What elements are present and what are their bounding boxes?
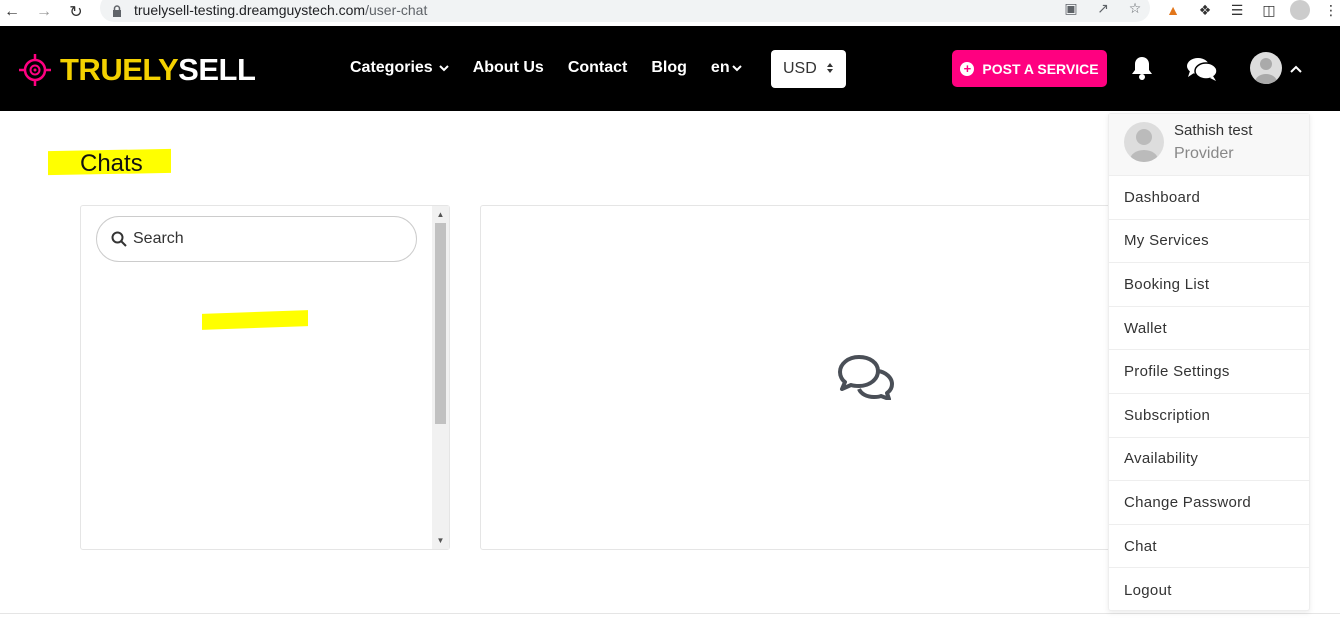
site-logo[interactable]: TRUELYSELL xyxy=(18,52,256,88)
dropdown-user-name: Sathish test xyxy=(1174,122,1253,139)
nav-categories[interactable]: Categories xyxy=(350,59,449,77)
menu-item-profile-settings[interactable]: Profile Settings xyxy=(1109,350,1309,394)
profile-icon[interactable] xyxy=(1290,0,1310,20)
sidepanel-icon[interactable]: ◫ xyxy=(1258,0,1280,20)
target-icon xyxy=(19,54,51,86)
list-highlight xyxy=(202,310,308,330)
nav-contact[interactable]: Contact xyxy=(568,59,628,77)
scroll-up-icon[interactable]: ▲ xyxy=(432,206,449,223)
currency-select[interactable]: USD xyxy=(771,50,846,88)
browser-toolbar: ← → ↻ truelysell-testing.dreamguystech.c… xyxy=(0,0,1340,26)
nav-blog[interactable]: Blog xyxy=(651,59,687,77)
menu-item-wallet[interactable]: Wallet xyxy=(1109,307,1309,351)
menu-item-dashboard[interactable]: Dashboard xyxy=(1109,176,1309,220)
search-input[interactable] xyxy=(133,230,383,248)
scrollbar[interactable]: ▲ ▼ xyxy=(432,206,449,549)
sort-arrows-icon xyxy=(827,63,833,73)
user-icon xyxy=(1255,58,1277,84)
chevron-up-icon[interactable] xyxy=(1290,64,1302,74)
share-icon[interactable]: ↗ xyxy=(1094,0,1112,16)
user-dropdown-menu: Sathish test Provider Dashboard My Servi… xyxy=(1108,113,1310,611)
chat-list-panel: ▲ ▼ xyxy=(80,205,450,550)
plus-circle-icon: + xyxy=(960,61,975,76)
user-avatar[interactable] xyxy=(1250,52,1282,84)
menu-item-booking-list[interactable]: Booking List xyxy=(1109,263,1309,307)
chevron-down-icon xyxy=(731,65,742,72)
reload-icon[interactable]: ↻ xyxy=(64,0,88,24)
comments-icon[interactable] xyxy=(1186,57,1218,81)
post-service-label: POST A SERVICE xyxy=(982,60,1099,77)
scrollbar-thumb[interactable] xyxy=(435,223,446,424)
main-nav: Categories About Us Contact Blog en xyxy=(350,59,766,77)
back-icon[interactable]: ← xyxy=(0,0,24,24)
post-service-button[interactable]: + POST A SERVICE xyxy=(952,50,1107,87)
site-header: TRUELYSELL Categories About Us Contact B… xyxy=(0,26,1340,111)
dropdown-avatar xyxy=(1124,122,1164,162)
logo-text-part1: TRUELY xyxy=(60,52,179,87)
page-title: Chats xyxy=(80,150,143,177)
comments-icon xyxy=(838,355,894,400)
scroll-down-icon[interactable]: ▼ xyxy=(432,532,449,549)
lock-icon xyxy=(113,5,121,17)
footer-divider xyxy=(0,613,1340,614)
nav-about-us[interactable]: About Us xyxy=(473,59,544,77)
url-text: truelysell-testing.dreamguystech.com/use… xyxy=(134,2,428,18)
menu-item-change-password[interactable]: Change Password xyxy=(1109,481,1309,525)
window-icon[interactable]: ▣ xyxy=(1062,0,1080,16)
dropdown-user-role: Provider xyxy=(1174,145,1234,162)
menu-item-my-services[interactable]: My Services xyxy=(1109,220,1309,264)
menu-item-chat[interactable]: Chat xyxy=(1109,525,1309,569)
currency-value: USD xyxy=(783,60,817,77)
dropdown-user-header: Sathish test Provider xyxy=(1109,114,1309,176)
search-field[interactable] xyxy=(96,216,417,262)
address-bar[interactable]: truelysell-testing.dreamguystech.com/use… xyxy=(100,0,1150,22)
star-icon[interactable]: ☆ xyxy=(1126,0,1144,16)
menu-item-availability[interactable]: Availability xyxy=(1109,438,1309,482)
logo-text-part2: SELL xyxy=(178,52,256,87)
search-icon xyxy=(111,231,127,247)
chevron-down-icon xyxy=(438,65,449,72)
menu-icon[interactable]: ⋮ xyxy=(1320,0,1340,20)
menu-item-logout[interactable]: Logout xyxy=(1109,568,1309,612)
puzzle-icon[interactable]: ❖ xyxy=(1194,0,1216,20)
menu-item-subscription[interactable]: Subscription xyxy=(1109,394,1309,438)
nav-language[interactable]: en xyxy=(711,59,742,77)
fox-extension-icon[interactable]: ▲ xyxy=(1162,0,1184,20)
bell-icon[interactable] xyxy=(1130,55,1154,81)
media-icon[interactable]: ☰ xyxy=(1226,0,1248,20)
forward-icon[interactable]: → xyxy=(32,0,56,24)
user-icon xyxy=(1130,129,1158,162)
